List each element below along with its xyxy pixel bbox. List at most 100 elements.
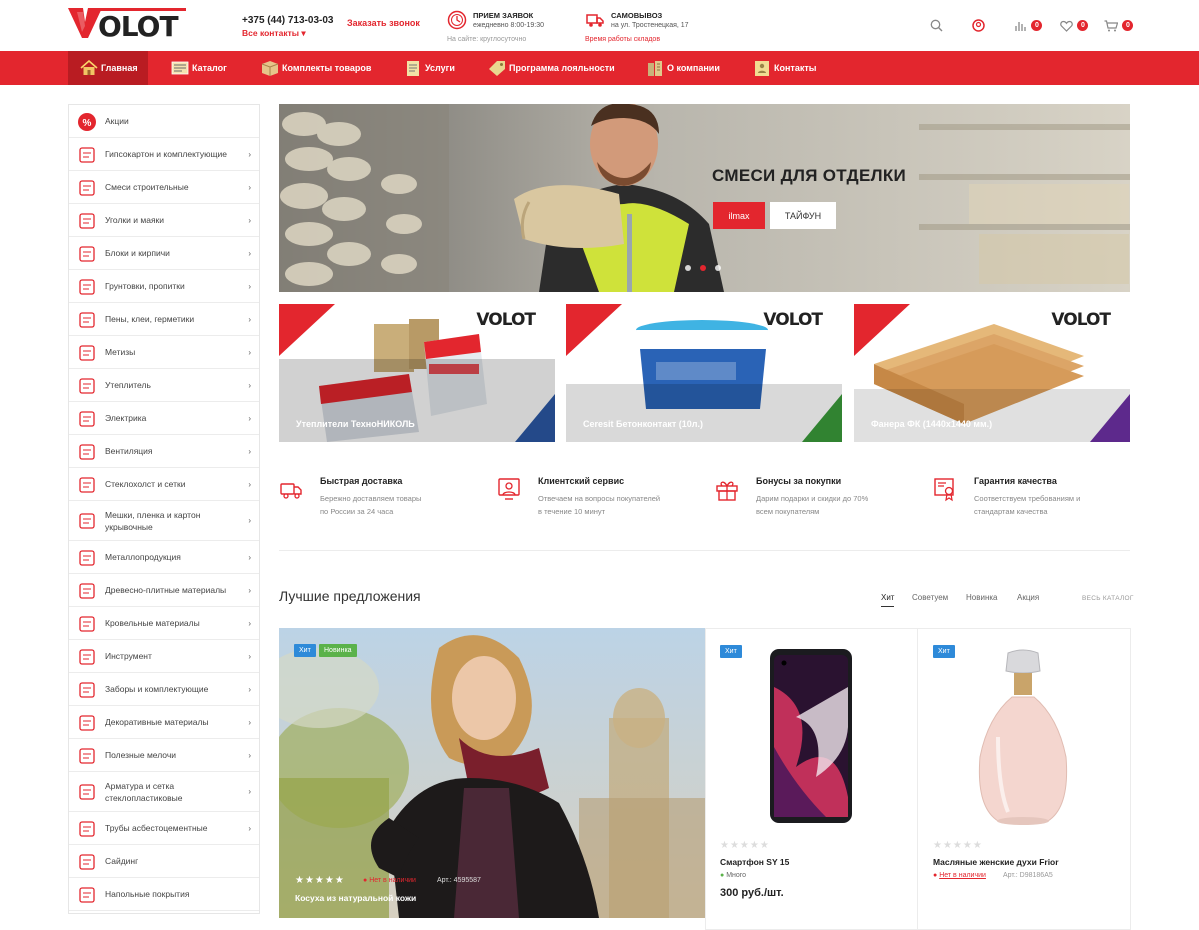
product-name[interactable]: Косуха из натуральной кожи	[295, 893, 416, 903]
site-logo[interactable]: OLOT	[68, 8, 188, 43]
nav-item-home[interactable]: Главная	[68, 51, 148, 85]
nav-label: О компании	[667, 63, 720, 73]
product-card-perfume[interactable]: Хит ★★★★★ Масляные женские духи Frior ● …	[917, 628, 1131, 930]
tab-sale[interactable]: Акция	[1017, 593, 1039, 602]
promo-logo: VOLOT	[1051, 310, 1111, 330]
bag-icon	[79, 179, 95, 196]
promo-caption: Фанера ФК (1440х1440 мм.)	[871, 419, 993, 429]
slider-dot[interactable]	[685, 265, 691, 271]
sidebar-item[interactable]: Уголки и маяки ›	[69, 204, 259, 237]
product-name[interactable]: Смартфон SY 15	[720, 857, 789, 867]
tab-recommend[interactable]: Советуем	[912, 593, 948, 602]
product-name[interactable]: Масляные женские духи Frior	[933, 857, 1059, 867]
chevron-right-icon: ›	[248, 281, 251, 291]
sidebar-item[interactable]: Метизы ›	[69, 336, 259, 369]
sidebar-item[interactable]: Грунтовки, пропитки ›	[69, 270, 259, 303]
all-contacts-link[interactable]: Все контакты ▾	[242, 28, 306, 39]
mesh-icon	[79, 476, 95, 493]
site-header: OLOT +375 (44) 713-03-03 Все контакты ▾ …	[0, 0, 1199, 51]
search-icon[interactable]	[930, 19, 943, 32]
sidebar-item[interactable]: Блоки и кирпичи ›	[69, 237, 259, 270]
promo-card-ceresit[interactable]: VOLOT Ceresit Бетонконтакт (10л.)	[566, 304, 842, 442]
sidebar-item[interactable]: Гипсокартон и комплектующие ›	[69, 138, 259, 171]
nav-item-catalog[interactable]: Каталог	[171, 51, 227, 85]
sidebar-item[interactable]: Полезные мелочи ›	[69, 739, 259, 772]
hero-banner[interactable]: СМЕСИ ДЛЯ ОТДЕЛКИ ilmax ТАЙФУН	[279, 104, 1130, 292]
product-card-phone[interactable]: Хит ★★★★★ Смартфон SY 15 ● Много 300 руб…	[705, 628, 918, 930]
sidebar-item[interactable]: Смеси строительные ›	[69, 171, 259, 204]
cart-icon	[1104, 20, 1119, 32]
nav-item-services[interactable]: Услуги	[404, 51, 455, 85]
favorites-button[interactable]: 0	[1060, 18, 1089, 34]
nav-item-about[interactable]: О компании	[646, 51, 720, 85]
nav-item-kits[interactable]: Комплекты товаров	[261, 51, 371, 85]
cart-button[interactable]: 0	[1104, 18, 1134, 34]
chevron-right-icon: ›	[248, 651, 251, 661]
sidebar-item[interactable]: Металлопродукция ›	[69, 541, 259, 574]
sidebar-item[interactable]: Древесно-плитные материалы ›	[69, 574, 259, 607]
slider-dot-active[interactable]	[700, 265, 706, 271]
chevron-right-icon: ›	[248, 446, 251, 456]
main-nav: Главная Каталог Комплекты товаров Услуги…	[0, 51, 1199, 85]
sidebar-item[interactable]: Пены, клеи, герметики ›	[69, 303, 259, 336]
divider	[279, 550, 1130, 551]
nav-label: Главная	[101, 63, 138, 73]
sidebar-item[interactable]: Электрика ›	[69, 402, 259, 435]
rating-stars: ★★★★★	[720, 840, 770, 851]
hero-image	[279, 104, 1130, 292]
bolt-icon	[79, 344, 95, 361]
chevron-right-icon: ›	[248, 347, 251, 357]
sidebar-item[interactable]: Сайдинг	[69, 845, 259, 878]
delivery-truck-icon	[280, 483, 302, 499]
tab-hit[interactable]: Хит	[881, 593, 895, 607]
favorites-count: 0	[1077, 20, 1089, 31]
nav-item-loyalty[interactable]: Программа лояльности	[488, 51, 615, 85]
sidebar-item[interactable]: Декоративные материалы ›	[69, 706, 259, 739]
sidebar-item[interactable]: Утеплитель ›	[69, 369, 259, 402]
feature-title: Бонусы за покупки	[756, 476, 842, 486]
feature-title: Клиентский сервис	[538, 476, 625, 486]
sidebar-item-label: Грунтовки, пропитки	[105, 281, 185, 291]
sidebar-item[interactable]: % Акции	[69, 105, 259, 138]
sidebar-item[interactable]: Трубы асбестоцементные ›	[69, 812, 259, 845]
promo-card-insulation[interactable]: VOLOT Утеплители ТехноНИКОЛЬ	[279, 304, 555, 442]
slider-dot[interactable]	[715, 265, 721, 271]
pickup-address: на ул. Тростенецкая, 17	[611, 22, 689, 29]
fan-icon	[79, 443, 95, 460]
sidebar-item[interactable]: Инструмент ›	[69, 640, 259, 673]
tab-new[interactable]: Новинка	[966, 593, 998, 602]
sidebar-item-label: Инструмент	[105, 651, 152, 661]
pickup-note[interactable]: Время работы складов	[585, 36, 660, 43]
promo-card-plywood[interactable]: VOLOT Фанера ФК (1440х1440 мм.)	[854, 304, 1130, 442]
nav-label: Контакты	[774, 63, 817, 73]
tools-icon	[79, 648, 95, 665]
chevron-right-icon: ›	[248, 215, 251, 225]
logo-mark-icon	[68, 8, 102, 38]
chevron-right-icon: ›	[248, 750, 251, 760]
sidebar-item[interactable]: Заборы и комплектующие ›	[69, 673, 259, 706]
compare-button[interactable]: 0	[1014, 18, 1043, 34]
nav-item-contacts[interactable]: Контакты	[753, 51, 816, 85]
banner-button-ilmax[interactable]: ilmax	[713, 202, 765, 229]
sidebar-item[interactable]: Арматура и сетка стеклопластиковые ›	[69, 772, 259, 812]
contacts-icon	[755, 61, 769, 76]
callback-link[interactable]: Заказать звонок	[347, 18, 420, 28]
sidebar-item[interactable]: Вентиляция ›	[69, 435, 259, 468]
gun-icon	[79, 311, 95, 328]
user-icon[interactable]	[972, 19, 985, 32]
header-phone[interactable]: +375 (44) 713-03-03	[242, 15, 333, 26]
truck-icon	[586, 14, 604, 27]
sidebar-item-label: Смеси строительные	[105, 182, 189, 192]
best-offers-title: Лучшие предложения	[279, 588, 421, 604]
svg-text:%: %	[83, 118, 92, 129]
banner-button-tayfun[interactable]: ТАЙФУН	[770, 202, 836, 229]
promo-logo: VOLOT	[476, 310, 536, 330]
product-card-jacket[interactable]: Хит Новинка ★★★★★ ● Нет в наличии Арт.: …	[279, 628, 706, 930]
promo-caption: Ceresit Бетонконтакт (10л.)	[583, 419, 703, 429]
all-catalog-link[interactable]: ВЕСЬ КАТАЛОГ	[1082, 595, 1134, 602]
cart-count: 0	[1122, 20, 1134, 31]
sidebar-item[interactable]: Кровельные материалы ›	[69, 607, 259, 640]
sidebar-item[interactable]: Стеклохолст и сетки ›	[69, 468, 259, 501]
sidebar-item[interactable]: Напольные покрытия	[69, 878, 259, 911]
sidebar-item[interactable]: Мешки, пленка и картон укрывочные ›	[69, 501, 259, 541]
